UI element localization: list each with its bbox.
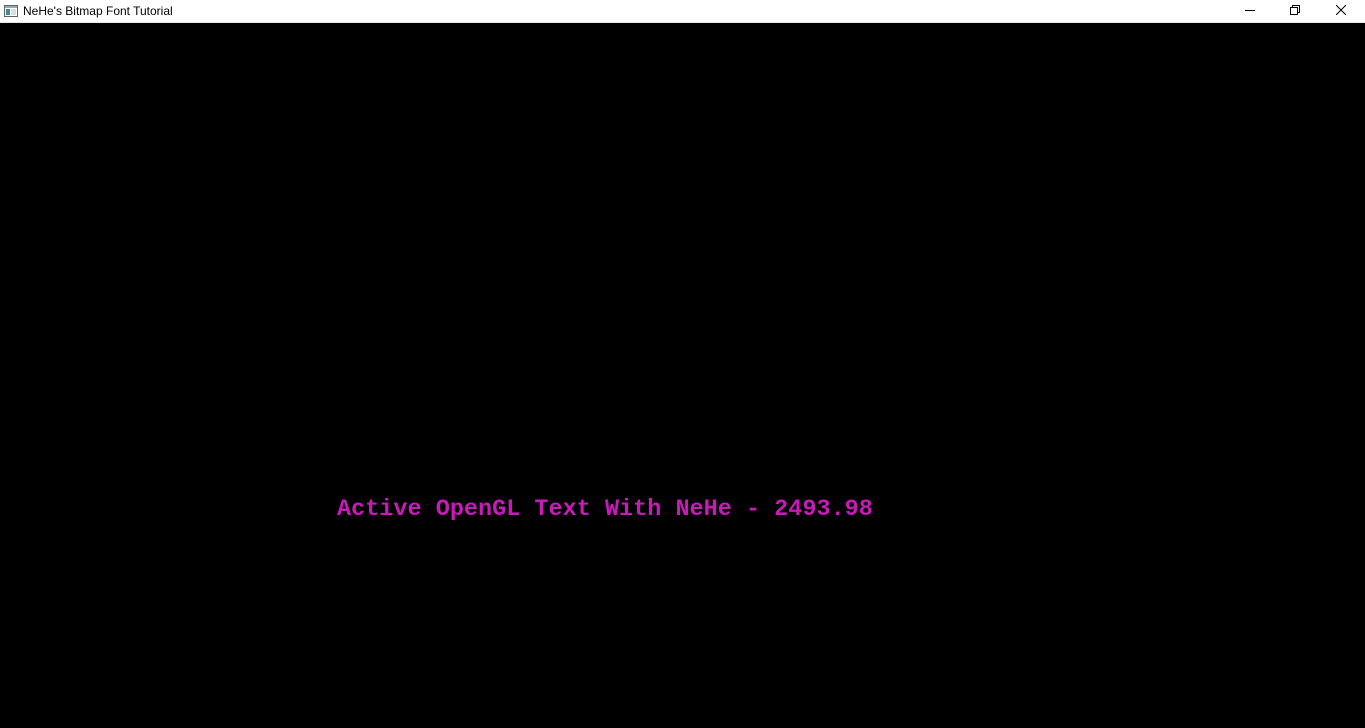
app-window: NeHe's Bitmap Font Tutorial Active OpenG… xyxy=(0,0,1365,728)
opengl-text: Active OpenGL Text With NeHe - 2493.98 xyxy=(337,496,873,523)
app-window-icon[interactable] xyxy=(4,4,18,18)
window-title: NeHe's Bitmap Font Tutorial xyxy=(23,4,173,18)
close-button[interactable] xyxy=(1318,0,1363,22)
opengl-viewport[interactable]: Active OpenGL Text With NeHe - 2493.98 xyxy=(0,23,1365,728)
maximize-button[interactable] xyxy=(1272,0,1317,22)
close-icon xyxy=(1335,2,1346,20)
restore-icon xyxy=(1289,2,1300,20)
minimize-button[interactable] xyxy=(1227,0,1272,22)
title-bar[interactable]: NeHe's Bitmap Font Tutorial xyxy=(0,0,1365,23)
minimize-icon xyxy=(1244,2,1255,20)
